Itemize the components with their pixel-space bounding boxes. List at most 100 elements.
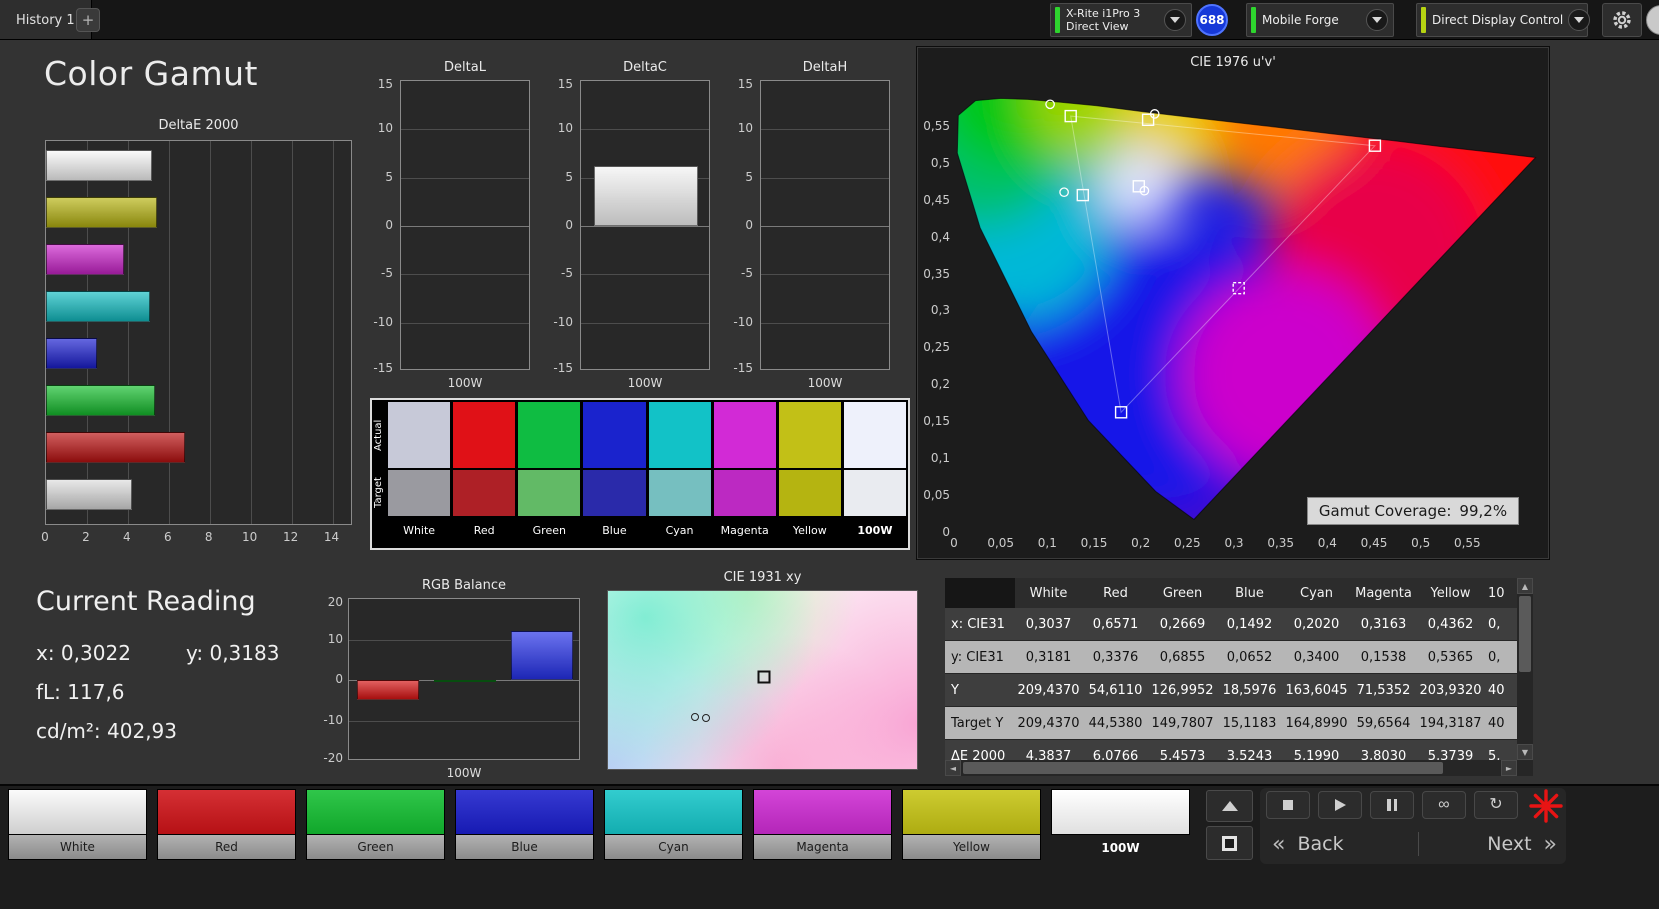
horizontal-scroll-thumb[interactable] [963, 762, 1443, 774]
vertical-scroll-thumb[interactable] [1519, 596, 1531, 672]
swatch-grid: White Red Green Blue Cyan Magenta Yellow 100W [388, 400, 908, 548]
y-tick-label: -5 [741, 266, 753, 281]
patch-red[interactable]: Red [157, 789, 296, 861]
patch-cyan[interactable]: Cyan [604, 789, 743, 861]
bar-red [356, 680, 419, 701]
scrollbar-corner [1517, 760, 1533, 776]
table-cell: 209,4370 [1017, 715, 1080, 731]
pause-button[interactable] [1370, 791, 1414, 819]
scroll-up-button[interactable]: ▲ [1517, 578, 1533, 594]
x-axis-label: 100W [446, 766, 482, 780]
patch-color [1051, 789, 1190, 835]
col-header-10: 10 [1488, 585, 1505, 601]
next-button[interactable]: Next » [1432, 828, 1557, 860]
y-tick-label: 0,35 [923, 266, 950, 281]
scroll-down-button[interactable]: ▼ [1517, 744, 1533, 760]
patch-white[interactable]: White [8, 789, 147, 861]
vertical-scrollbar[interactable]: ▲ ▼ [1517, 578, 1533, 760]
chart-title: RGB Balance [421, 578, 506, 593]
swatch-label: Cyan [665, 523, 694, 537]
patch-color [902, 789, 1041, 835]
table-row-x-cie31[interactable]: x: CIE31 0,3037 0,6571 0,2669 0,1492 0,2020 0,… [945, 608, 1517, 641]
table-corner [945, 578, 1015, 608]
tab-label: History 1 [16, 12, 75, 28]
corner-circle-button[interactable] [1646, 5, 1659, 35]
table-cell: 0,6571 [1092, 616, 1139, 632]
loop-button[interactable]: ∞ [1422, 791, 1466, 819]
chart-title: DeltaE 2000 [158, 118, 239, 133]
y-tick-label: 0,1 [930, 451, 950, 466]
meter-name: X-Rite i1Pro 3 [1066, 7, 1141, 20]
y-tick-label: 10 [737, 121, 753, 136]
table-row-y[interactable]: Y 209,4370 54,6110 126,9952 18,5976 163,6045 7… [945, 674, 1517, 707]
gridline [581, 322, 709, 324]
y-tick-label: 0,25 [923, 340, 950, 355]
x-tick-label: 8 [204, 530, 213, 544]
stop-button[interactable] [1266, 791, 1310, 819]
square-icon [1222, 835, 1237, 851]
table-cell: 0,6855 [1159, 649, 1206, 665]
marker-white-target [757, 670, 770, 684]
y-axis: 20 10 0 -10 -20 [320, 595, 346, 765]
top-bar: History 1 + X-Rite i1Pro 3 Direct View 6… [0, 0, 1659, 40]
source-name: Mobile Forge [1262, 12, 1339, 27]
gridline [401, 322, 529, 324]
play-button[interactable] [1318, 791, 1362, 819]
plot-area [580, 80, 710, 370]
gridline [581, 129, 709, 131]
x-tick-label: 14 [323, 530, 340, 544]
table-cell: 203,9320 [1419, 682, 1482, 698]
gridline [349, 720, 579, 722]
chevron-down-icon[interactable] [1366, 9, 1388, 31]
settings-button[interactable] [1602, 3, 1642, 37]
x-tick-label: 10 [242, 530, 258, 544]
pattern-window-button[interactable] [1206, 826, 1253, 860]
gamut-coverage-badge: Gamut Coverage: 99,2% [1307, 497, 1519, 525]
y-axis: 15 10 5 0 -5 -10 -15 [368, 77, 396, 375]
scroll-right-button[interactable]: ► [1501, 760, 1517, 776]
x-tick-label: 0,05 [987, 536, 1015, 550]
table-row-y-cie31[interactable]: y: CIE31 0,3181 0,3376 0,6855 0,0652 0,3400 0,… [945, 641, 1517, 674]
col-header-yellow: Yellow [1430, 585, 1471, 601]
app-root: History 1 + X-Rite i1Pro 3 Direct View 6… [0, 0, 1659, 909]
chevron-down-icon[interactable] [1568, 9, 1591, 31]
gridline [332, 141, 334, 524]
refresh-button[interactable]: ↻ [1474, 791, 1518, 819]
target-swatch-blue [583, 470, 646, 516]
patch-blue[interactable]: Blue [455, 789, 594, 861]
pattern-source-selector[interactable]: Mobile Forge [1246, 3, 1394, 37]
gridline [581, 274, 709, 276]
horizontal-scrollbar[interactable]: ◄ ► [945, 760, 1517, 776]
table-row-e-2000[interactable]: ΔE 2000 4,3837 6,0766 5,4573 3,5243 5,1990 3,8… [945, 740, 1517, 760]
actual-swatch-green [518, 402, 581, 468]
actual-swatch-100w [843, 402, 906, 468]
meter-text: X-Rite i1Pro 3 Direct View [1066, 7, 1159, 33]
chevron-down-icon[interactable] [1164, 9, 1186, 31]
scroll-left-button[interactable]: ◄ [945, 760, 961, 776]
x-tick-label: 0,1 [1037, 536, 1057, 550]
chart-cie-1976: CIE 1976 u'v' Gamut Coverage: 99,2% 0 0,0… [916, 46, 1550, 560]
display-control-selector[interactable]: Direct Display Control [1416, 3, 1591, 37]
up-arrow-button[interactable] [1206, 790, 1253, 822]
patch-100w[interactable]: 100W [1051, 789, 1190, 861]
patch-green[interactable]: Green [306, 789, 445, 861]
meter-selector[interactable]: X-Rite i1Pro 3 Direct View [1050, 3, 1192, 37]
add-tab-button[interactable]: + [76, 8, 100, 32]
table-cell: 44,5380 [1088, 715, 1143, 731]
x-axis-label: 100W [807, 376, 843, 390]
x-tick-label: 6 [163, 530, 172, 544]
patch-color [157, 789, 296, 835]
gridline [250, 141, 252, 524]
patch-yellow[interactable]: Yellow [902, 789, 1041, 861]
x-tick-label: 0,5 [1411, 536, 1431, 550]
alert-asterisk-icon[interactable] [1528, 788, 1564, 828]
meter-count-badge[interactable]: 688 [1196, 4, 1228, 36]
swatch-column-red: Red [453, 402, 516, 548]
patch-magenta[interactable]: Magenta [753, 789, 892, 861]
back-button[interactable]: « Back [1272, 828, 1412, 860]
table-cell: 194,3187 [1419, 715, 1482, 731]
gridline [761, 322, 889, 324]
col-header-blue: Blue [1235, 585, 1264, 601]
bar-blue [511, 631, 574, 680]
table-row-target-y[interactable]: Target Y 209,4370 44,5380 149,7807 15,1183 16… [945, 707, 1517, 740]
